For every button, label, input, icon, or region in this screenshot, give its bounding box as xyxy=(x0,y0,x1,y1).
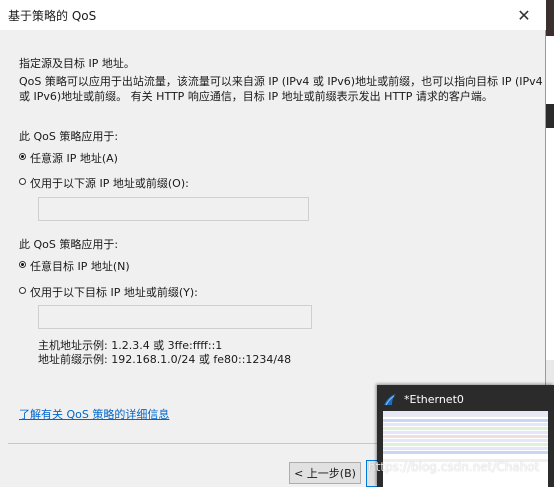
source-any-label: 任意源 IP 地址(A) xyxy=(30,152,118,165)
thumbnail-preview xyxy=(383,411,548,487)
preview-toolbar xyxy=(383,411,548,417)
title-bar: 基于策略的 QoS ✕ xyxy=(0,0,546,30)
source-only-radio[interactable] xyxy=(19,178,26,185)
close-icon: ✕ xyxy=(517,5,531,25)
source-only-label: 仅用于以下源 IP 地址或前缀(O): xyxy=(30,177,189,190)
description-line: 或 IPv6)地址或前缀。 有关 HTTP 响应通信，目标 IP 地址或前缀表示… xyxy=(19,90,493,103)
watermark-text: https://blog.csdn.net/Chahot xyxy=(368,460,540,474)
background-window-band xyxy=(546,104,554,128)
back-button[interactable]: < 上一步(B) xyxy=(289,462,361,484)
window-title: 基于策略的 QoS xyxy=(8,9,97,23)
dest-any-radio[interactable] xyxy=(19,261,26,268)
description-line: QoS 策略可以应用于出站流量，该流量可以来自源 IP (IPv4 或 IPv6… xyxy=(19,75,543,88)
close-button[interactable]: ✕ xyxy=(506,2,542,28)
learn-more-link[interactable]: 了解有关 QoS 策略的详细信息 xyxy=(19,406,169,422)
dest-section-label: 此 QoS 策略应用于: xyxy=(19,238,119,251)
thumbnail-title: *Ethernet0 xyxy=(404,393,464,406)
dest-any-label: 任意目标 IP 地址(N) xyxy=(30,260,130,273)
source-section-label: 此 QoS 策略应用于: xyxy=(19,130,119,143)
source-any-radio[interactable] xyxy=(19,153,26,160)
page-heading: 指定源及目标 IP 地址。 xyxy=(19,57,135,70)
wireshark-fin-icon xyxy=(384,394,396,406)
dest-only-label: 仅用于以下目标 IP 地址或前缀(Y): xyxy=(30,286,198,299)
source-address-input[interactable] xyxy=(38,197,309,221)
background-window-band xyxy=(546,0,554,36)
dest-only-radio[interactable] xyxy=(19,287,26,294)
prefix-example-text: 地址前缀示例: 192.168.1.0/24 或 fe80::1234/48 xyxy=(38,353,292,366)
dest-address-input[interactable] xyxy=(38,305,312,329)
